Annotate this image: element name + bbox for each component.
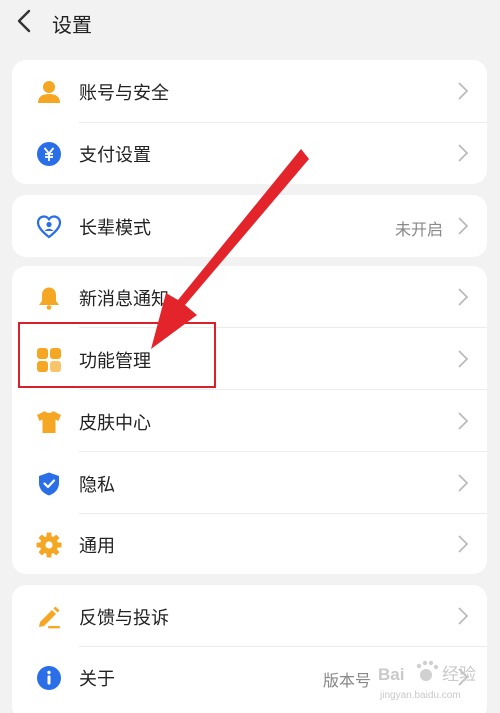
settings-item-privacy[interactable]: 隐私 — [12, 452, 487, 514]
chevron-right-icon — [458, 288, 469, 306]
settings-item-label: 隐私 — [79, 475, 115, 495]
chevron-right-icon — [458, 607, 469, 625]
settings-item-label: 长辈模式 — [79, 218, 151, 238]
chevron-right-icon — [458, 535, 469, 553]
settings-item-about[interactable]: 关于 版本号 — [12, 646, 487, 708]
back-arrow-icon[interactable] — [14, 8, 36, 34]
settings-item-label: 账号与安全 — [79, 83, 169, 103]
settings-group-general: 新消息通知 功能管理 皮肤中心 隐私 通用 — [12, 266, 487, 574]
settings-item-label: 功能管理 — [79, 351, 151, 371]
tshirt-icon — [36, 409, 62, 435]
settings-item-label: 关于 — [79, 669, 115, 689]
version-label: 版本号 — [322, 673, 371, 690]
settings-group-account: 账号与安全 支付设置 — [12, 60, 487, 184]
settings-group-elder-mode: 长辈模式 未开启 — [12, 195, 487, 257]
settings-item-label: 新消息通知 — [79, 289, 169, 309]
chevron-right-icon — [458, 144, 469, 162]
chevron-right-icon — [458, 474, 469, 492]
settings-item-general[interactable]: 通用 — [12, 513, 487, 574]
settings-item-feature-management[interactable]: 功能管理 — [12, 328, 487, 390]
settings-item-notifications[interactable]: 新消息通知 — [12, 266, 487, 328]
pencil-icon — [36, 604, 62, 630]
settings-item-label: 反馈与投诉 — [79, 608, 169, 628]
grid-icon — [36, 347, 62, 373]
gear-icon — [36, 532, 62, 558]
info-icon — [36, 665, 62, 691]
chevron-right-icon — [458, 350, 469, 368]
settings-item-label: 皮肤中心 — [79, 413, 151, 433]
settings-item-payment[interactable]: 支付设置 — [12, 122, 487, 184]
chevron-right-icon — [458, 82, 469, 100]
page-title: 设置 — [52, 15, 92, 37]
yuan-icon — [36, 141, 62, 167]
chevron-right-icon — [458, 668, 469, 686]
elder-mode-status: 未开启 — [394, 222, 443, 239]
settings-item-skin-center[interactable]: 皮肤中心 — [12, 390, 487, 452]
settings-item-elder-mode[interactable]: 长辈模式 未开启 — [12, 195, 487, 257]
top-bar: 设置 — [0, 0, 500, 44]
settings-item-label: 通用 — [79, 536, 115, 556]
settings-item-label: 支付设置 — [79, 145, 151, 165]
settings-item-account-security[interactable]: 账号与安全 — [12, 60, 487, 122]
bell-icon — [36, 285, 62, 311]
user-icon — [36, 79, 62, 105]
shield-check-icon — [36, 471, 62, 497]
heart-user-icon — [36, 214, 62, 240]
settings-item-feedback[interactable]: 反馈与投诉 — [12, 585, 487, 647]
settings-group-support: 反馈与投诉 关于 版本号 — [12, 585, 487, 713]
chevron-right-icon — [458, 217, 469, 235]
chevron-right-icon — [458, 412, 469, 430]
